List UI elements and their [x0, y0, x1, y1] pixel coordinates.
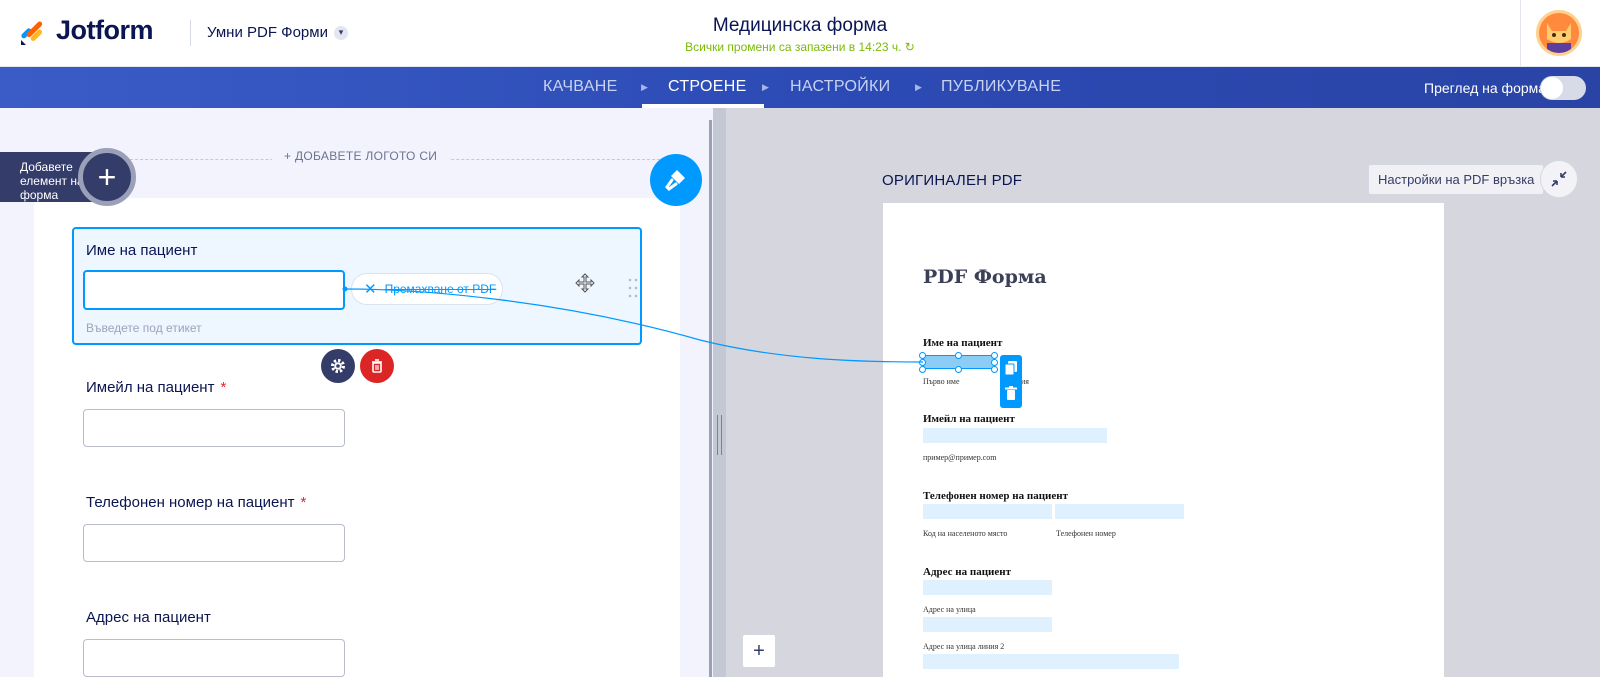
- resize-handle[interactable]: [991, 352, 998, 359]
- resize-handle[interactable]: [919, 359, 926, 366]
- chevron-right-icon: ▶: [641, 82, 648, 92]
- pdf-sublabel-street2: Адрес на улица линия 2: [923, 642, 1005, 651]
- resize-handle[interactable]: [955, 366, 962, 373]
- chevron-right-icon: ▶: [762, 82, 769, 92]
- resize-handle[interactable]: [919, 366, 926, 373]
- patient-email-input[interactable]: [83, 409, 345, 447]
- paint-roller-icon: [665, 170, 685, 191]
- pdf-sublabel-email: пример@пример.com: [923, 453, 997, 462]
- tab-publish[interactable]: ПУБЛИКУВАНЕ: [941, 78, 1061, 96]
- required-mark: *: [220, 379, 227, 396]
- field-label-patient-address[interactable]: Адрес на пациент: [86, 609, 211, 626]
- field-delete-button[interactable]: [360, 349, 394, 383]
- original-pdf-heading: ОРИГИНАЛЕН PDF: [882, 172, 1023, 189]
- drag-handle-icon[interactable]: [628, 278, 638, 298]
- collapse-arrows-icon: [1551, 171, 1567, 187]
- field-settings-button[interactable]: [321, 349, 355, 383]
- resize-handle[interactable]: [991, 366, 998, 373]
- pdf-sublabel-street: Адрес на улица: [923, 605, 976, 614]
- form-title[interactable]: Медицинска форма: [600, 15, 1000, 37]
- pdf-label-patient-address: Адрес на пациент: [923, 566, 1011, 578]
- tab-build[interactable]: СТРОЕНЕ: [668, 78, 747, 96]
- product-switcher[interactable]: Умни PDF Форми ▾: [207, 24, 348, 41]
- chevron-right-icon: ▶: [915, 82, 922, 92]
- save-status: Всички промени са запазени в 14:23 ч. ↻: [600, 40, 1000, 54]
- toggle-knob: [1541, 77, 1563, 99]
- pdf-field-area-code[interactable]: [923, 504, 1052, 519]
- trash-icon: [372, 359, 382, 373]
- field-label-patient-email[interactable]: Имейл на пациент *: [86, 379, 226, 396]
- pdf-sublabel-last-name: ия: [1021, 377, 1029, 386]
- gear-icon: [331, 359, 345, 373]
- close-icon: ✕: [364, 281, 377, 298]
- preview-form-label: Преглед на форма: [1424, 80, 1547, 96]
- chevron-down-icon: ▾: [333, 25, 348, 40]
- refresh-icon: ↻: [904, 40, 915, 54]
- save-status-text: Всички промени са запазени в 14:23 ч.: [685, 40, 902, 54]
- tab-settings[interactable]: НАСТРОЙКИ: [790, 78, 890, 96]
- zoom-in-button[interactable]: +: [742, 634, 776, 668]
- remove-from-pdf-label: Премахване от PDF: [384, 282, 497, 296]
- pdf-doc-title: PDF Форма: [923, 266, 1047, 288]
- pdf-label-patient-email: Имейл на пациент: [923, 413, 1015, 425]
- pdf-link-settings-button[interactable]: Настройки на PDF връзка: [1368, 164, 1545, 195]
- pane-splitter[interactable]: [713, 108, 726, 677]
- remove-from-pdf-button[interactable]: ✕ Премахване от PDF: [351, 273, 503, 305]
- jotform-logo[interactable]: Jotform: [18, 15, 154, 46]
- pdf-sublabel-area-code: Код на населеното място: [923, 529, 1008, 538]
- tab-upload[interactable]: КАЧВАНЕ: [543, 78, 618, 96]
- form-designer-button[interactable]: [650, 154, 702, 206]
- add-logo-link[interactable]: + ДОБАВЕТЕ ЛОГОТО СИ: [272, 149, 450, 163]
- trash-icon[interactable]: [1005, 386, 1017, 400]
- sublabel-input[interactable]: Въведете под етикет: [86, 321, 202, 335]
- add-element-button[interactable]: +: [78, 148, 136, 206]
- field-label-patient-name[interactable]: Име на пациент: [86, 242, 197, 259]
- avatar-divider: [1520, 0, 1521, 67]
- plus-icon: +: [97, 158, 117, 195]
- pdf-field-street2[interactable]: [923, 617, 1052, 632]
- splitter-handle[interactable]: [717, 415, 722, 455]
- top-header: Jotform Умни PDF Форми ▾ Медицинска форм…: [0, 0, 1600, 67]
- pdf-label-patient-phone: Телефонен номер на пациент: [923, 490, 1069, 502]
- pdf-field-city[interactable]: [923, 654, 1179, 669]
- pdf-field-phone[interactable]: [1055, 504, 1184, 519]
- field-label-patient-phone[interactable]: Телефонен номер на пациент *: [86, 494, 306, 511]
- jotform-logo-icon: [21, 21, 43, 45]
- builder-scrollbar[interactable]: [709, 120, 712, 677]
- patient-name-input[interactable]: [83, 270, 345, 310]
- pdf-sublabel-phone: Телефонен номер: [1056, 529, 1116, 538]
- resize-handle[interactable]: [919, 352, 926, 359]
- pdf-sublabel-first-name: Първо име: [923, 377, 960, 386]
- cat-avatar-icon: [1547, 23, 1571, 53]
- logo-text: Jotform: [56, 15, 154, 45]
- field-label-text: Имейл на пациент: [86, 379, 215, 396]
- patient-address-input[interactable]: [83, 639, 345, 677]
- product-name: Умни PDF Форми: [207, 24, 328, 41]
- resize-handle[interactable]: [991, 359, 998, 366]
- patient-phone-input[interactable]: [83, 524, 345, 562]
- collapse-pane-button[interactable]: [1540, 160, 1578, 198]
- header-divider: [190, 20, 191, 46]
- pdf-field-street[interactable]: [923, 580, 1052, 595]
- wizard-nav: КАЧВАНЕ ▶ СТРОЕНЕ ▶ НАСТРОЙКИ ▶ ПУБЛИКУВ…: [0, 67, 1600, 108]
- field-label-text: Телефонен номер на пациент: [86, 494, 295, 511]
- pdf-field-email[interactable]: [923, 428, 1107, 443]
- copy-icon[interactable]: [1005, 361, 1017, 375]
- avatar[interactable]: [1536, 10, 1582, 56]
- resize-handle[interactable]: [955, 352, 962, 359]
- plus-icon: +: [753, 639, 765, 662]
- preview-form-toggle[interactable]: [1540, 76, 1586, 100]
- required-mark: *: [300, 494, 307, 511]
- pdf-field-toolbar: [1000, 355, 1022, 408]
- pdf-label-patient-name: Име на пациент: [923, 337, 1003, 349]
- move-icon[interactable]: [575, 273, 595, 293]
